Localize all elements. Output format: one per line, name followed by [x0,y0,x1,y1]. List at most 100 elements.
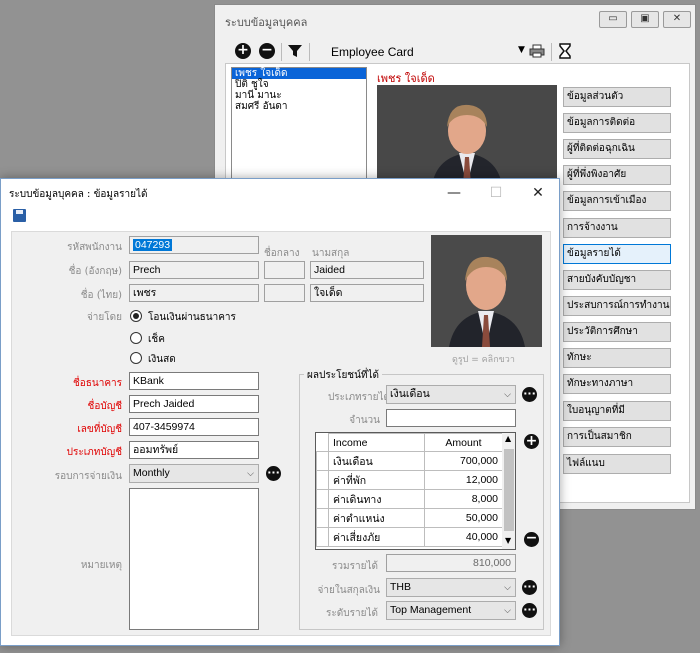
close-button[interactable]: ✕ [663,11,691,28]
contact-info-button[interactable]: ข้อมูลการติดต่อ [563,113,671,133]
income-cell: ค่าที่พัก [328,470,425,490]
income-type-select[interactable]: เงินเดือน ⌵ [386,385,516,404]
income-table[interactable]: Income Amount เงินเดือน 700,000 ค่าที่พั… [315,432,516,550]
account-name-label: ชื่อบัญชี [87,401,122,412]
personal-info-button[interactable]: ข้อมูลส่วนตัว [563,87,671,107]
table-row[interactable]: ค่าที่พัก 12,000 [316,470,503,490]
chevron-down-icon[interactable]: ▼ [518,45,525,55]
payment-cheque-radio[interactable] [130,332,142,344]
income-info-button[interactable]: ข้อมูลรายได้ [563,244,671,264]
attachments-button[interactable]: ไฟล์แนบ [563,454,671,474]
more-options-icon[interactable]: ··· [522,603,537,618]
account-number-label: เลขที่บัญชี [77,424,122,435]
scrollbar-thumb[interactable] [504,449,514,531]
minimize-button[interactable]: ▭ [599,11,627,28]
amount-cell: 700,000 [424,451,503,471]
education-button[interactable]: ประวัติการศึกษา [563,322,671,342]
employment-button[interactable]: การจ้างงาน [563,218,671,238]
income-type-value: เงินเดือน [390,388,430,400]
list-item[interactable]: สมศรี อันดา [232,101,366,112]
income-level-value: Top Management [390,604,472,616]
remove-row-icon[interactable]: − [524,531,539,547]
back-toolbar: + − Employee Card ▼ [231,41,681,65]
employee-id-value: 047293 [133,239,173,251]
filter-icon[interactable] [287,43,303,59]
back-window-title: ระบบข้อมูลบุคคล [225,16,308,29]
first-name-en-field[interactable]: Prech [129,261,259,279]
amount-field[interactable] [386,409,516,427]
middle-name-th-field[interactable] [264,284,305,302]
row-header [316,527,329,547]
table-row[interactable]: ค่าตำแหน่ง 50,000 [316,508,503,528]
account-number-field[interactable]: 407-3459974 [129,418,259,436]
licenses-button[interactable]: ใบอนุญาตที่มี [563,401,671,421]
scroll-up-icon[interactable]: ▲ [505,434,511,443]
chevron-down-icon: ⌵ [504,389,511,399]
remark-textarea[interactable] [129,488,259,630]
column-header-amount[interactable]: Amount [424,433,503,452]
work-experience-button[interactable]: ประสบการณ์การทำงาน [563,296,671,316]
first-name-th-field[interactable]: เพชร [129,284,259,302]
middle-name-en-field[interactable] [264,261,305,279]
account-type-field[interactable]: ออมทรัพย์ [129,441,259,459]
income-cell: ค่าเสี่ยงภัย [328,527,425,547]
total-income-field[interactable]: 810,000 [386,554,516,572]
pay-period-select[interactable]: Monthly ⌵ [129,464,259,483]
list-item[interactable]: เพชร ใจเด็ด [232,68,366,79]
maximize-button[interactable]: ▣ [631,11,659,28]
table-row[interactable]: ค่าเสี่ยงภัย 40,000 [316,527,503,547]
more-options-icon[interactable]: ··· [522,387,537,402]
add-icon[interactable]: + [235,43,251,59]
more-options-icon[interactable]: ··· [522,580,537,595]
list-item[interactable]: มานี มานะ [232,90,366,101]
income-level-select[interactable]: Top Management ⌵ [386,601,516,620]
currency-select[interactable]: THB ⌵ [386,578,516,597]
close-button[interactable]: ✕ [523,182,553,204]
remove-icon[interactable]: − [259,43,275,59]
employee-photo[interactable] [431,235,542,347]
amount-cell: 50,000 [424,508,503,528]
pay-period-label: รอบการจ่ายเงิน [54,471,122,482]
minimize-button[interactable]: — [439,182,469,204]
account-name-field[interactable]: Prech Jaided [129,395,259,413]
add-row-icon[interactable]: + [524,434,539,449]
payment-cheque-label: เช็ค [148,334,165,345]
payment-cash-radio[interactable] [130,352,142,364]
table-row[interactable]: ค่าเดินทาง 8,000 [316,489,503,509]
print-icon[interactable] [529,43,545,59]
report-select[interactable]: Employee Card [331,45,414,59]
bank-name-field[interactable]: KBank [129,372,259,390]
table-scrollbar[interactable]: ▲ ▼ [502,433,515,549]
dependents-button[interactable]: ผู้ที่พึ่งพิงอาศัย [563,165,671,185]
payment-cash-label: เงินสด [148,354,176,365]
payment-bank-label: โอนเงินผ่านธนาคาร [148,312,236,323]
row-header [316,508,329,528]
last-name-th-field[interactable]: ใจเด็ด [310,284,424,302]
toolbar-separator [551,43,552,61]
save-icon[interactable] [13,209,26,222]
skills-button[interactable]: ทักษะ [563,348,671,368]
reporting-line-button[interactable]: สายบังคับบัญชา [563,270,671,290]
last-name-en-field[interactable]: Jaided [310,261,424,279]
list-item[interactable]: ปิติ ชูใจ [232,79,366,90]
payment-bank-radio[interactable] [130,310,142,322]
photo-caption: ดูรูป = คลิกขวา [452,355,515,365]
hourglass-icon[interactable] [557,43,573,59]
more-options-icon[interactable]: ··· [266,466,281,481]
employee-id-field[interactable]: 047293 [129,236,259,254]
amount-cell: 40,000 [424,527,503,547]
amount-label: จำนวน [349,415,380,426]
column-header-income[interactable]: Income [328,433,425,452]
account-type-label: ประเภทบัญชี [66,447,122,458]
maximize-button[interactable]: ☐ [481,182,511,204]
chevron-down-icon: ⌵ [247,468,254,478]
scroll-down-icon[interactable]: ▼ [505,536,511,545]
name-en-label: ชื่อ (อังกฤษ) [68,266,122,277]
language-skills-button[interactable]: ทักษะทางภาษา [563,374,671,394]
table-row[interactable]: เงินเดือน 700,000 [316,451,503,471]
chevron-down-icon: ⌵ [504,582,511,592]
emergency-contact-button[interactable]: ผู้ที่ติดต่อฉุกเฉิน [563,139,671,159]
membership-button[interactable]: การเป็นสมาชิก [563,427,671,447]
toolbar-separator [281,43,282,61]
immigration-button[interactable]: ข้อมูลการเข้าเมือง [563,191,671,211]
